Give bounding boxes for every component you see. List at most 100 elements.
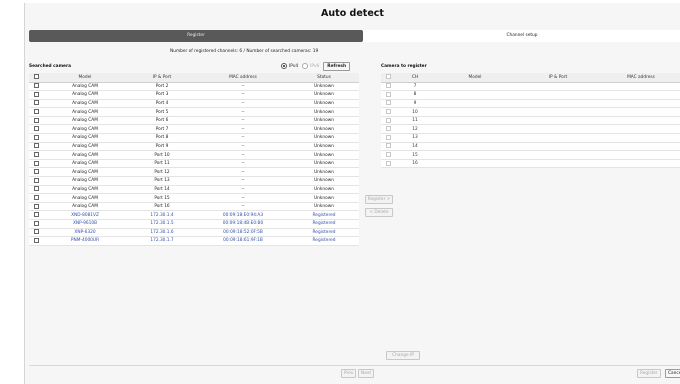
table-row[interactable]: Analog CAM Port 14 -- Unknown [29,185,359,195]
searched-camera-label: Searched camera [29,64,71,69]
cell-model: Analog CAM [43,159,127,169]
row-checkbox[interactable] [29,210,43,220]
table-row[interactable]: Analog CAM Port 12 -- Unknown [29,167,359,178]
table-row: 12 [381,124,680,135]
col-model: Model [43,73,127,83]
row-checkbox [381,133,395,143]
cell-ch: 16 [395,159,435,169]
cell-mac: -- [197,133,289,143]
register-arrow-button[interactable]: Register > [365,195,393,204]
checkbox-icon[interactable] [33,229,39,235]
register-button[interactable]: Register [637,369,661,378]
row-checkbox[interactable] [29,167,43,178]
checkbox-icon[interactable] [33,134,39,140]
row-checkbox[interactable] [29,150,43,160]
cell-mac: -- [197,150,289,160]
table-row[interactable]: PNM-4000UR 172.30.1.7 00:09:18:61:9F:1B Reg… [29,236,359,246]
table-row[interactable]: Analog CAM Port 3 -- Unknown [29,90,359,100]
checkbox-icon[interactable] [33,152,39,158]
cell-model [435,107,515,117]
row-checkbox[interactable] [29,99,43,109]
row-checkbox[interactable] [29,124,43,135]
change-ip-button[interactable]: Change IP [386,351,420,360]
row-checkbox[interactable] [29,159,43,169]
checkbox-icon[interactable] [33,237,39,243]
cell-status: Registered [289,219,359,229]
checkbox-icon[interactable] [33,109,39,115]
row-checkbox [381,150,395,160]
row-checkbox[interactable] [29,107,43,117]
checkbox-icon[interactable] [33,74,39,80]
cell-model: Analog CAM [43,107,127,117]
row-checkbox[interactable] [29,185,43,195]
row-checkbox[interactable] [29,236,43,246]
tab-channel-setup[interactable]: Channel setup [363,30,680,42]
cell-model: Analog CAM [43,176,127,186]
row-checkbox[interactable] [29,228,43,238]
row-checkbox[interactable] [29,176,43,186]
table-row[interactable]: XNP-9610B 172.30.1.5 00:09:18:4B:E0:B0 Regi… [29,219,359,229]
checkbox-icon[interactable] [33,195,39,201]
table-row[interactable]: Analog CAM Port 9 -- Unknown [29,142,359,152]
checkbox-icon[interactable] [33,126,39,132]
checkbox-icon[interactable] [33,212,39,218]
prev-button[interactable]: Prev [341,369,357,378]
row-checkbox[interactable] [29,219,43,229]
row-checkbox[interactable] [29,116,43,126]
row-checkbox [381,124,395,135]
ipv4-radio[interactable] [281,63,287,69]
table-row[interactable]: Analog CAM Port 7 -- Unknown [29,124,359,135]
delete-arrow-button[interactable]: < Delete [365,208,393,217]
checkbox-icon [385,74,391,80]
select-all-checkbox[interactable] [29,73,43,83]
cell-model: Analog CAM [43,150,127,160]
select-all-checkbox [381,73,395,83]
checkbox-icon[interactable] [33,117,39,123]
tab-register[interactable]: Register [29,30,363,42]
refresh-button[interactable]: Refresh [323,61,351,71]
table-row[interactable]: Analog CAM Port 5 -- Unknown [29,107,359,117]
table-row[interactable]: Analog CAM Port 15 -- Unknown [29,193,359,203]
checkbox-icon[interactable] [33,143,39,149]
cell-mac: -- [197,142,289,152]
cell-ip-port: Port 4 [127,99,197,109]
checkbox-icon[interactable] [33,91,39,97]
cell-mac: -- [197,90,289,100]
row-checkbox[interactable] [29,202,43,212]
next-button[interactable]: Next [358,369,375,378]
checkbox-icon[interactable] [33,83,39,89]
col-model: Model [435,73,515,83]
ipv4-option[interactable]: IPv4 [281,63,298,69]
table-row[interactable]: Analog CAM Port 11 -- Unknown [29,159,359,169]
checkbox-icon[interactable] [33,169,39,175]
row-checkbox[interactable] [29,142,43,152]
cell-ip-port: Port 9 [127,142,197,152]
table-row[interactable]: Analog CAM Port 4 -- Unknown [29,99,359,109]
table-row[interactable]: XNP-6320 172.30.1.6 00:09:18:52:0F:5B Regis… [29,228,359,238]
row-checkbox[interactable] [29,90,43,100]
table-row[interactable]: Analog CAM Port 8 -- Unknown [29,133,359,143]
row-checkbox[interactable] [29,133,43,143]
checkbox-icon[interactable] [33,160,39,166]
row-checkbox[interactable] [29,82,43,92]
ip-version-options: IPv4 IPv6 Refresh [281,61,351,71]
checkbox-icon[interactable] [33,203,39,209]
checkbox-icon [385,117,391,123]
table-row[interactable]: Analog CAM Port 13 -- Unknown [29,176,359,186]
col-mac: MAC address [197,73,289,83]
table-row[interactable]: Analog CAM Port 10 -- Unknown [29,150,359,160]
cancel-button[interactable]: Cancel [665,369,680,378]
table-row[interactable]: XND-8081VZ 172.30.1.4 00:09:18:E0:94:A3 Reg… [29,210,359,220]
row-checkbox[interactable] [29,193,43,203]
table-row[interactable]: Analog CAM Port 6 -- Unknown [29,116,359,126]
checkbox-icon[interactable] [33,186,39,192]
checkbox-icon[interactable] [33,177,39,183]
table-row[interactable]: Analog CAM Port 2 -- Unknown [29,82,359,92]
cell-ch: 10 [395,107,435,117]
table-row[interactable]: Analog CAM Port 16 -- Unknown [29,202,359,212]
checkbox-icon[interactable] [33,100,39,106]
cell-mac: 00:09:18:61:9F:1B [197,236,289,246]
checkbox-icon[interactable] [33,220,39,226]
cell-model [435,159,515,169]
cell-ch: 8 [395,90,435,100]
